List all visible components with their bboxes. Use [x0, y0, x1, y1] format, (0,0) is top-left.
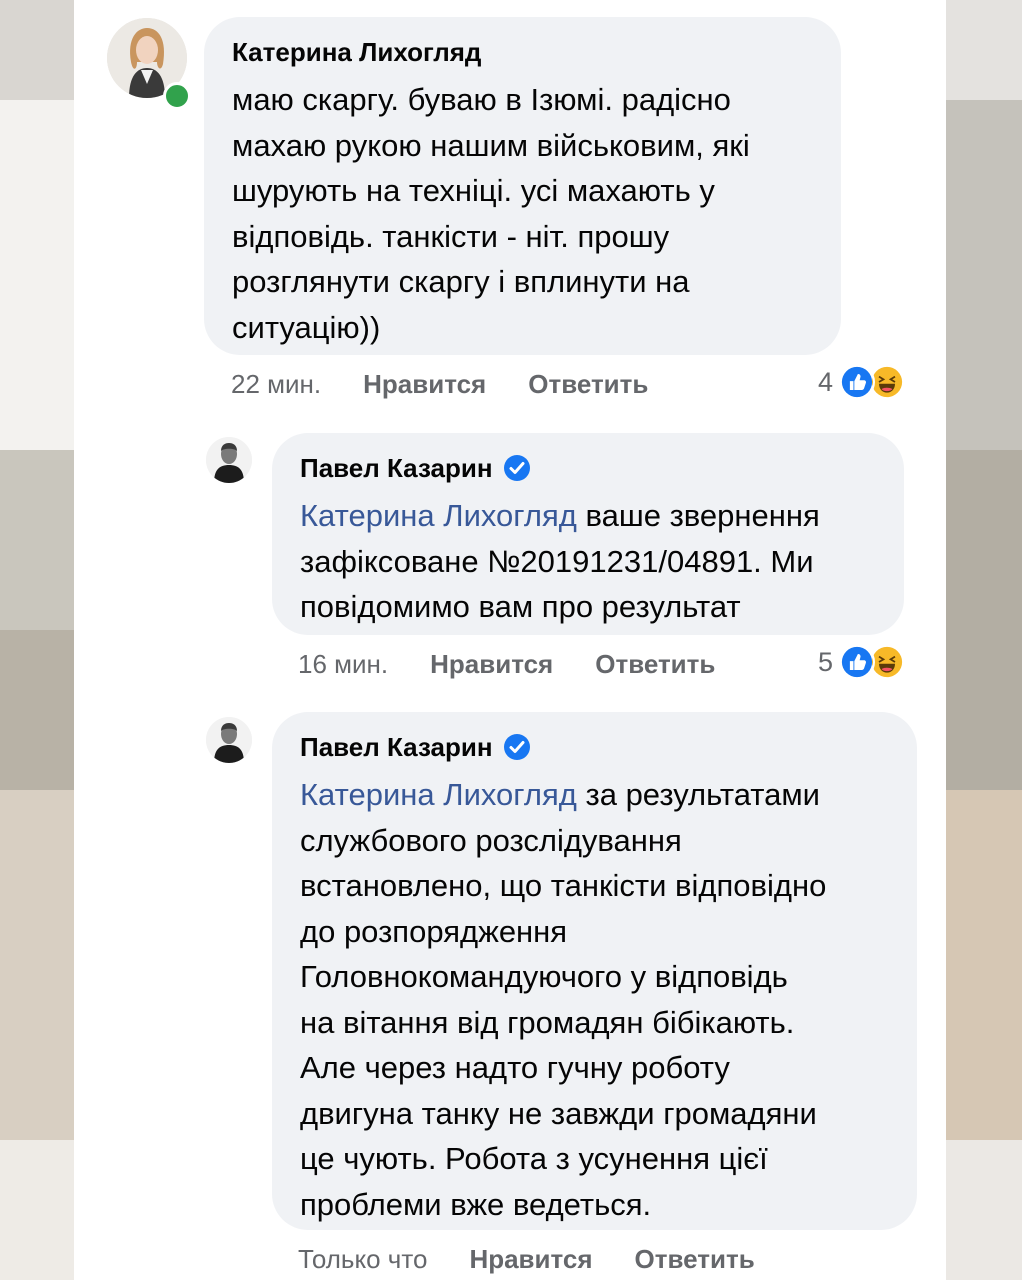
like-icon	[839, 644, 876, 680]
like-button[interactable]: Нравится	[469, 1244, 592, 1275]
comment-timestamp[interactable]: Только что	[298, 1244, 427, 1275]
reply-button[interactable]: Ответить	[635, 1244, 755, 1275]
comment-actions: 16 мин. Нравится Ответить	[298, 647, 715, 681]
reply-button[interactable]: Ответить	[595, 649, 715, 680]
comment-author[interactable]: Павел Казарин	[300, 730, 889, 764]
background-left	[0, 0, 74, 1280]
comment-timestamp[interactable]: 22 мин.	[231, 369, 321, 400]
like-icon	[839, 364, 876, 400]
comment-bubble: Павел Казарин Катерина Лихогляд ваше зве…	[272, 433, 904, 635]
comment-text: маю скаргу. буваю в Ізюмі. радісно махаю…	[232, 82, 750, 345]
reaction-count: 5	[818, 646, 834, 677]
comment-text: Катерина Лихогляд за результатами службо…	[300, 777, 827, 1222]
comment-bubble: Павел Казарин Катерина Лихогляд за резул…	[272, 712, 917, 1230]
reaction-summary[interactable]: 5	[818, 644, 906, 680]
verified-badge-icon	[503, 455, 530, 481]
reaction-count: 4	[818, 366, 834, 397]
reply-button[interactable]: Ответить	[528, 369, 648, 400]
mention-link[interactable]: Катерина Лихогляд	[300, 498, 577, 533]
mention-link[interactable]: Катерина Лихогляд	[300, 777, 577, 812]
like-button[interactable]: Нравится	[430, 649, 553, 680]
man-portrait-icon	[206, 717, 252, 763]
online-status-icon	[163, 82, 191, 110]
comment-bubble: Катерина Лихогляд маю скаргу. буваю в Із…	[204, 17, 841, 355]
avatar[interactable]	[206, 437, 252, 483]
comment-author[interactable]: Катерина Лихогляд	[232, 35, 813, 69]
comment-actions: 22 мин. Нравится Ответить	[231, 367, 648, 401]
reaction-summary[interactable]: 4	[818, 364, 906, 400]
comment-text: Катерина Лихогляд ваше звернення зафіксо…	[300, 498, 820, 624]
like-button[interactable]: Нравится	[363, 369, 486, 400]
comments-panel: Катерина Лихогляд маю скаргу. буваю в Із…	[74, 0, 946, 1280]
man-portrait-icon	[206, 437, 252, 483]
comment-actions: Только что Нравится Ответить	[298, 1242, 755, 1276]
verified-badge-icon	[503, 734, 530, 760]
comment-author[interactable]: Павел Казарин	[300, 451, 876, 485]
avatar[interactable]	[206, 717, 252, 763]
background-right	[946, 0, 1022, 1280]
comment-timestamp[interactable]: 16 мин.	[298, 649, 388, 680]
